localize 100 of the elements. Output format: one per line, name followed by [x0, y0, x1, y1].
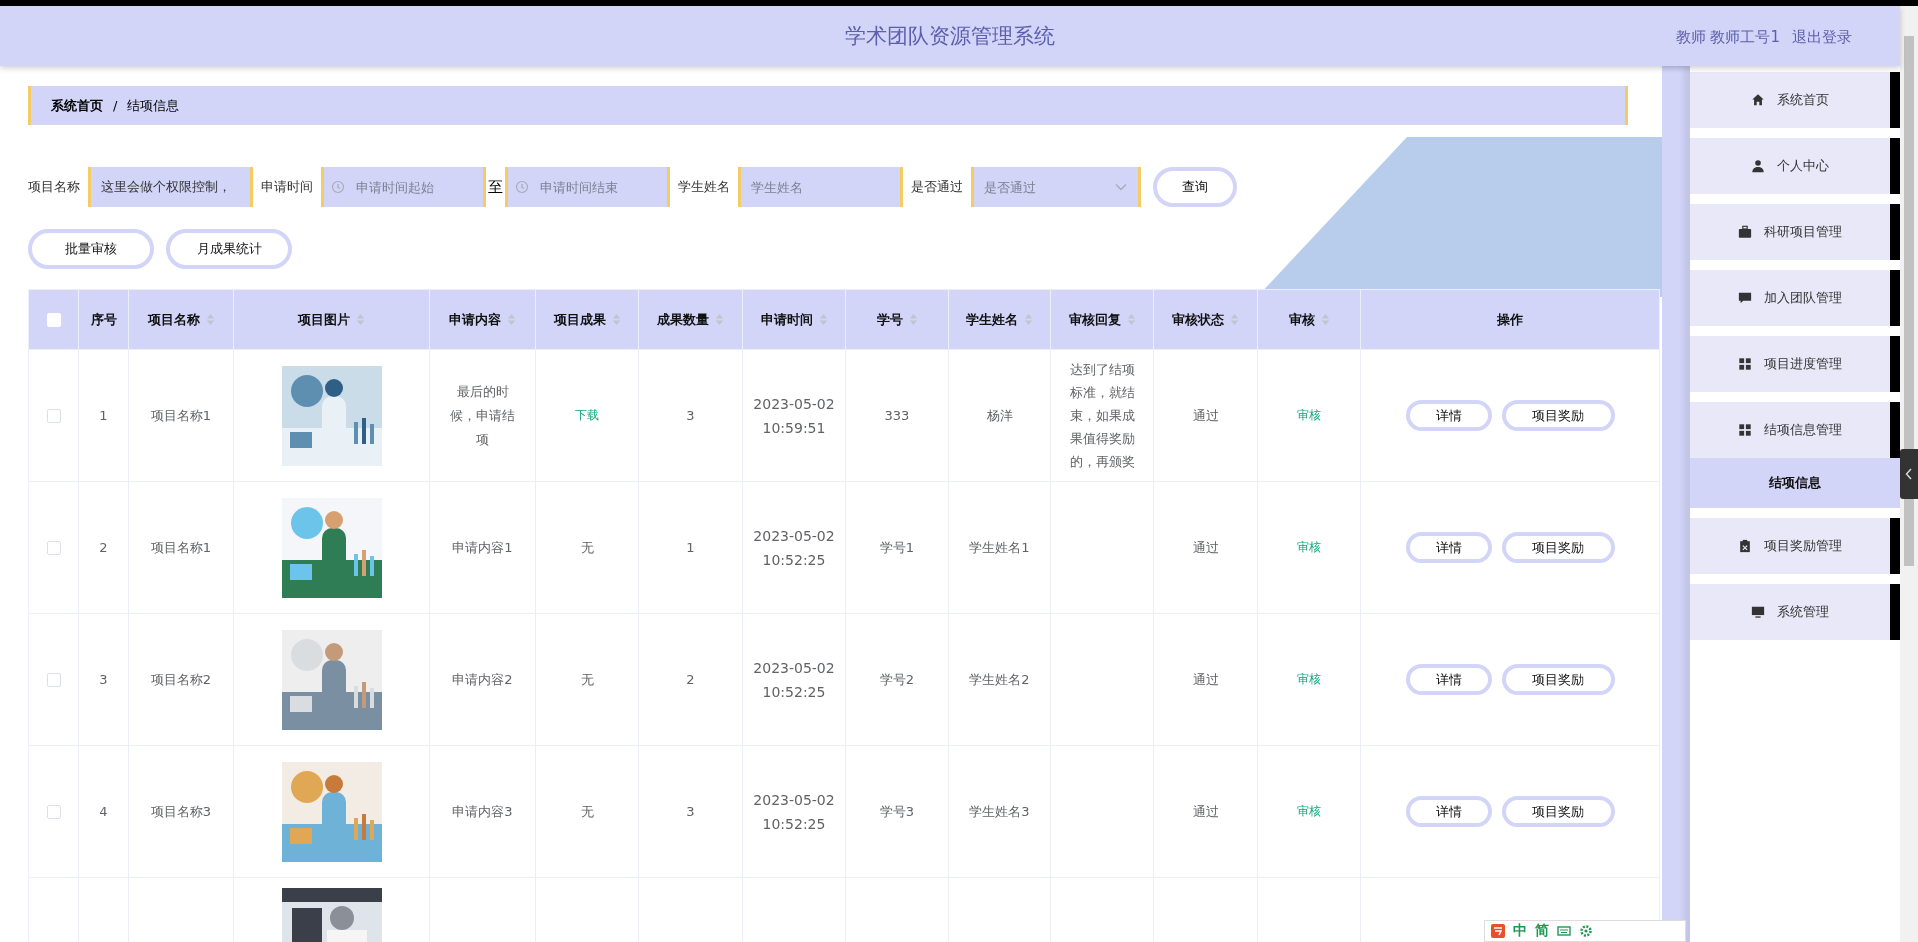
user-icon [1751, 159, 1765, 173]
briefcase-icon [1738, 225, 1752, 239]
sort-icon[interactable] [611, 313, 621, 326]
app-title: 学术团队资源管理系统 [845, 23, 1055, 50]
column-header[interactable]: 审核 [1288, 310, 1315, 329]
table-cell: 学号2 [879, 671, 915, 687]
column-header[interactable]: 序号 [90, 310, 117, 329]
row-action-button[interactable]: 项目奖励 [1501, 664, 1615, 695]
ime-mode-label[interactable]: 中 [1513, 922, 1527, 940]
sort-icon[interactable] [1024, 313, 1033, 326]
table-cell: 3 [686, 408, 695, 423]
sidebar-item[interactable]: 项目奖励管理 [1690, 518, 1900, 574]
table-cell: 项目名称1 [150, 539, 212, 555]
table-cell: 3 [99, 672, 108, 687]
breadcrumb-item: 结项信息 [127, 96, 180, 115]
table-cell: 无 [580, 539, 594, 555]
sidebar-item[interactable]: 系统首页 [1690, 72, 1900, 128]
sort-icon[interactable] [205, 313, 215, 326]
logout-link[interactable]: 退出登录 [1792, 28, 1852, 47]
column-header[interactable]: 操作 [1497, 310, 1523, 329]
table-cell: 项目名称2 [150, 671, 212, 687]
clock-icon [515, 180, 529, 194]
sort-icon[interactable] [715, 313, 724, 326]
collapse-handle[interactable] [1900, 449, 1918, 499]
sidebar-item[interactable]: 结项信息管理 [1690, 402, 1900, 458]
sort-icon[interactable] [356, 313, 365, 326]
row-action-button[interactable]: 详情 [1405, 796, 1492, 827]
row-checkbox[interactable] [46, 673, 61, 688]
table-cell: 通过 [1192, 539, 1219, 555]
table-cell-text: 2023-05-02 10:59:51 [752, 394, 836, 438]
scrollbar[interactable] [1900, 6, 1918, 942]
breadcrumb-separator: / [113, 98, 118, 113]
input-field[interactable]: 学生姓名 [738, 167, 903, 207]
row-action-button[interactable]: 详情 [1405, 664, 1492, 695]
sort-icon[interactable] [908, 313, 918, 326]
row-action-button[interactable]: 详情 [1405, 532, 1492, 563]
column-header[interactable]: 审核状态 [1172, 310, 1224, 329]
keyboard-icon[interactable] [1557, 924, 1571, 938]
row-checkbox[interactable] [46, 805, 61, 820]
table-cell: 学生姓名1 [969, 539, 1030, 555]
chat-bubble-icon [1738, 291, 1752, 305]
sidebar-item[interactable]: 系统管理 [1690, 584, 1900, 640]
table-cell: 333 [884, 408, 910, 423]
row-action-button[interactable]: 详情 [1405, 400, 1492, 431]
row-action-button[interactable]: 项目奖励 [1501, 532, 1615, 563]
row-checkbox[interactable] [46, 541, 61, 556]
sidebar-item[interactable]: 科研项目管理 [1690, 204, 1900, 260]
sort-icon[interactable] [1126, 313, 1136, 326]
table-cell: 3 [686, 804, 695, 819]
column-header[interactable]: 学号 [876, 310, 903, 329]
sort-icon[interactable] [1230, 313, 1239, 326]
input-field[interactable]: 这里会做个权限控制， [88, 167, 253, 207]
search-button[interactable]: 查询 [1153, 167, 1237, 207]
table-cell: 2 [686, 672, 695, 687]
column-header[interactable]: 项目名称 [147, 310, 200, 329]
table-cell: 4 [99, 804, 108, 819]
column-header[interactable]: 成果数量 [657, 310, 709, 329]
sidebar-item[interactable]: 个人中心 [1690, 138, 1900, 194]
row-action-button[interactable]: 项目奖励 [1501, 796, 1615, 827]
table-cell-text: 申请内容1 [452, 538, 513, 557]
column-header[interactable]: 申请时间 [760, 310, 813, 329]
select-all-checkbox[interactable] [46, 313, 61, 328]
action-button[interactable]: 批量审核 [28, 229, 154, 269]
table-cell-text: 2023-05-02 10:52:25 [752, 790, 836, 834]
table-cell-text: 达到了结项标准，就结束，如果成果值得奖励的，再颁奖 [1068, 361, 1136, 471]
table-cell: 通过 [1192, 803, 1219, 819]
column-header[interactable]: 申请内容 [449, 310, 501, 329]
date-field[interactable]: 申请时间起始 [321, 167, 486, 207]
ime-mode-label[interactable]: 简 [1535, 922, 1549, 940]
sidebar-subitem[interactable]: 结项信息 [1690, 458, 1900, 508]
sort-icon[interactable] [1320, 313, 1330, 326]
home-icon [1751, 93, 1765, 107]
filter-label: 是否通过 [911, 178, 963, 196]
table-cell-text: 申请内容2 [452, 670, 513, 689]
table-cell-text: 申请内容3 [452, 802, 513, 821]
date-field[interactable]: 申请时间结束 [505, 167, 670, 207]
select-field[interactable]: 是否通过 [971, 167, 1141, 207]
row-action-button[interactable]: 项目奖励 [1501, 400, 1615, 431]
sidebar-item[interactable]: 加入团队管理 [1690, 270, 1900, 326]
grid-icon [1738, 423, 1752, 437]
column-header[interactable]: 项目图片 [298, 310, 350, 329]
breadcrumb-item[interactable]: 系统首页 [51, 96, 103, 115]
sort-icon[interactable] [818, 313, 828, 326]
filter-label: 申请时间 [261, 178, 313, 196]
column-header[interactable]: 学生姓名 [966, 310, 1018, 329]
column-header[interactable]: 项目成果 [553, 310, 606, 329]
table-cell: 无 [580, 803, 594, 819]
filter-label: 学生姓名 [678, 178, 730, 196]
gear-icon[interactable] [1579, 924, 1593, 938]
table-cell-text: 最后的时候，申请结项 [449, 382, 516, 449]
monitor-icon [1751, 605, 1765, 619]
row-checkbox[interactable] [46, 409, 61, 424]
action-button[interactable]: 月成果统计 [166, 229, 292, 269]
table-cell: 学生姓名3 [969, 803, 1030, 819]
sort-icon[interactable] [507, 313, 516, 326]
table-cell: 无 [580, 671, 594, 687]
table-cell: 学生姓名2 [969, 671, 1030, 687]
ime-logo-icon [1491, 924, 1505, 938]
sidebar-item[interactable]: 项目进度管理 [1690, 336, 1900, 392]
column-header[interactable]: 审核回复 [1068, 310, 1121, 329]
